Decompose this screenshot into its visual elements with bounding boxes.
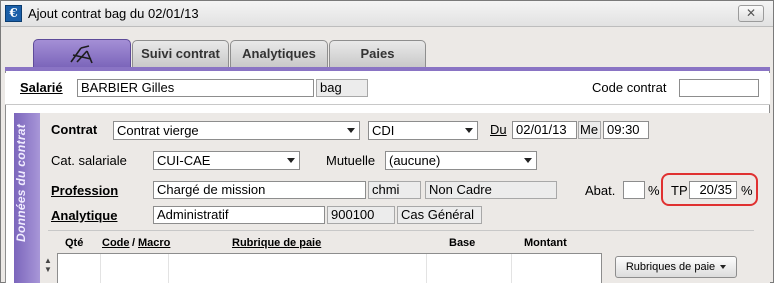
chevron-down-icon: [465, 128, 473, 133]
salarie-name-field[interactable]: BARBIER Gilles: [77, 79, 314, 97]
du-time-field[interactable]: 09:30: [603, 121, 649, 139]
grid-divider: [511, 254, 512, 283]
cat-salariale-select[interactable]: CUI-CAE: [153, 151, 300, 170]
profession-statut-field: Non Cadre: [425, 181, 557, 199]
divider: [48, 230, 754, 231]
cat-salariale-value: CUI-CAE: [157, 153, 211, 168]
arrow-down-icon[interactable]: ▼: [43, 265, 53, 274]
contrat-label: Contrat: [51, 122, 98, 137]
salarie-code-field: bag: [316, 79, 368, 97]
close-button[interactable]: ✕: [738, 5, 764, 22]
tab-bar: Suivi contrat Analytiques Paies: [1, 28, 773, 68]
tp-highlight-annotation: [661, 173, 758, 206]
cat-salariale-label: Cat. salariale: [51, 153, 127, 168]
grid-divider: [100, 254, 101, 283]
deckchair-icon: [70, 45, 93, 64]
col-header-slash: /: [132, 237, 136, 249]
chevron-down-icon: [347, 128, 355, 133]
analytique-type-field: Cas Général: [397, 206, 482, 224]
col-header-qte: Qté: [65, 237, 84, 249]
window-title: Ajout contrat bag du 02/01/13: [28, 6, 199, 21]
du-day-field: Me: [578, 121, 601, 139]
app-euro-icon: €: [5, 5, 22, 22]
row-scroll-arrows[interactable]: ▲ ▼: [43, 256, 53, 280]
mutuelle-select[interactable]: (aucune): [385, 151, 537, 170]
analytique-field[interactable]: Administratif: [153, 206, 325, 224]
tab-deckchair[interactable]: [33, 39, 131, 68]
abat-unit: %: [648, 183, 660, 198]
abat-label: Abat.: [585, 183, 616, 198]
mutuelle-label: Mutuelle: [326, 153, 376, 168]
rubriques-grid[interactable]: [57, 253, 602, 283]
tab-accent-line: [5, 67, 770, 71]
du-label[interactable]: Du: [490, 122, 507, 137]
tab-analytiques[interactable]: Analytiques: [230, 40, 328, 67]
section-label: Données du contrat: [14, 123, 28, 243]
abat-field[interactable]: [623, 181, 645, 199]
chevron-down-icon: [287, 158, 295, 163]
chevron-down-icon: [524, 158, 532, 163]
contract-window: € Ajout contrat bag du 02/01/13 ✕ Suivi …: [0, 0, 774, 283]
title-bar[interactable]: € Ajout contrat bag du 02/01/13 ✕: [1, 1, 773, 27]
col-header-rubrique[interactable]: Rubrique de paie: [232, 237, 321, 249]
col-header-code[interactable]: Code: [102, 237, 130, 249]
rubriques-button-label: Rubriques de paie: [625, 261, 716, 273]
code-contrat-label: Code contrat: [592, 80, 667, 95]
chevron-down-icon: [720, 265, 727, 270]
analytique-label[interactable]: Analytique: [51, 208, 117, 223]
code-contrat-field[interactable]: [679, 79, 759, 97]
col-header-montant: Montant: [524, 237, 567, 249]
analytique-code-field: 900100: [327, 206, 395, 224]
contrat-select[interactable]: Contrat vierge: [113, 121, 360, 140]
du-date-field[interactable]: 02/01/13: [512, 121, 577, 139]
contrat-type-select[interactable]: CDI: [368, 121, 478, 140]
col-header-base: Base: [449, 237, 476, 249]
profession-label[interactable]: Profession: [51, 183, 118, 198]
arrow-up-icon[interactable]: ▲: [43, 256, 53, 265]
salarie-label[interactable]: Salarié: [20, 80, 63, 95]
tab-paies[interactable]: Paies: [329, 40, 426, 67]
contrat-type-value: CDI: [372, 123, 395, 138]
rubriques-de-paie-button[interactable]: Rubriques de paie: [615, 256, 737, 278]
grid-divider: [426, 254, 427, 283]
profession-field[interactable]: Chargé de mission: [153, 181, 366, 199]
tab-suivi-contrat[interactable]: Suivi contrat: [132, 40, 229, 67]
mutuelle-value: (aucune): [389, 153, 441, 168]
col-header-macro[interactable]: Macro: [138, 237, 170, 249]
grid-divider: [168, 254, 169, 283]
contrat-select-value: Contrat vierge: [117, 123, 199, 138]
profession-code-field: chmi: [368, 181, 421, 199]
